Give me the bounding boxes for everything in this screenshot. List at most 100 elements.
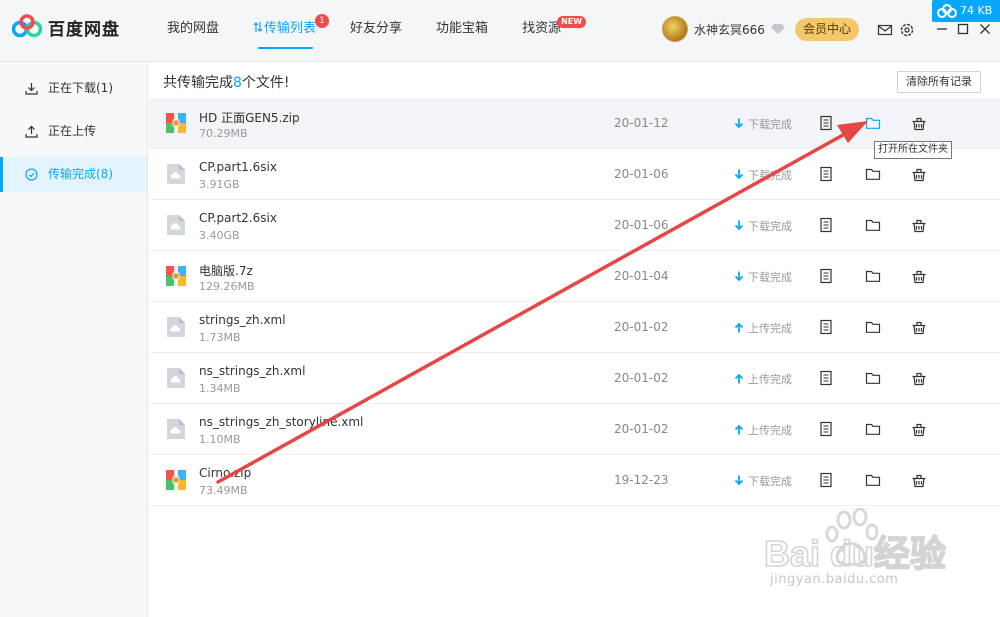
nav-find-resources[interactable]: 找资源 NEW [505,0,587,62]
transfer-status: 下载完成 [734,473,792,489]
generic-file-icon [167,368,185,388]
file-date: 19-12-23 [614,473,669,487]
file-details-icon[interactable] [818,115,834,131]
file-date: 20-01-06 [614,218,669,232]
speed-text: 74 KB [960,4,993,17]
file-size: 129.26MB [199,280,255,293]
file-details-icon[interactable] [818,166,834,182]
minimize-icon[interactable] [935,22,949,36]
generic-file-icon [167,317,185,337]
table-row[interactable]: strings_zh.xml 1.73MB 20-01-02 上传完成 [149,302,1000,353]
open-folder-icon[interactable] [865,421,881,437]
open-folder-icon[interactable] [865,268,881,284]
zip-archive-icon [166,470,186,490]
file-details-icon[interactable] [818,217,834,233]
open-folder-icon[interactable] [865,166,881,182]
app-title: 百度网盘 [48,19,120,40]
sidebar-item-downloading[interactable]: 正在下载(1) [0,71,147,106]
speed-indicator[interactable]: 74 KB [932,0,1000,22]
delete-record-icon[interactable] [911,472,927,488]
transfer-status: 上传完成 [734,422,792,438]
sidebar: 正在下载(1) 正在上传 传输完成(8) [0,63,148,617]
app-logo: 百度网盘 [12,14,120,40]
delete-record-icon[interactable] [911,115,927,131]
nav-toolbox[interactable]: 功能宝箱 [419,0,505,62]
file-details-icon[interactable] [818,319,834,335]
file-size: 1.34MB [199,382,241,395]
transfer-status: 下载完成 [734,218,792,234]
download-arrow-icon [734,220,744,231]
table-row[interactable]: ns_strings_zh.xml 1.34MB 20-01-02 上传完成 [149,353,1000,404]
file-date: 20-01-02 [614,320,669,334]
username: 水神玄冥666 [694,22,765,37]
table-row[interactable]: ns_strings_zh_storyline.xml 1.10MB 20-01-0… [149,404,1000,455]
download-arrow-icon [734,118,744,129]
download-arrow-icon [734,475,744,486]
open-folder-icon[interactable] [865,217,881,233]
baidu-netdisk-logo-icon [12,14,42,38]
watermark-brand: Bai du经验 [764,533,946,574]
user-profile[interactable]: 水神玄冥666 [662,16,785,42]
delete-record-icon[interactable] [911,370,927,386]
file-details-icon[interactable] [818,421,834,437]
vip-diamond-icon [770,24,785,34]
upload-arrow-icon [734,322,744,333]
vip-center-button[interactable]: 会员中心 [795,18,859,41]
delete-record-icon[interactable] [911,166,927,182]
file-date: 20-01-12 [614,116,669,130]
table-row[interactable]: 电脑版.7z 129.26MB 20-01-04 下载完成 [149,251,1000,302]
file-name: 电脑版.7z [199,264,253,278]
file-details-icon[interactable] [818,472,834,488]
close-icon[interactable] [978,22,992,36]
clear-all-records-button[interactable]: 清除所有记录 [897,71,981,93]
file-name: Cirno.zip [199,466,252,480]
delete-record-icon[interactable] [911,217,927,233]
file-details-icon[interactable] [818,370,834,386]
summary-text: 共传输完成8个文件! [163,75,290,91]
table-row[interactable]: CP.part1.6six 3.91GB 20-01-06 下载完成 [149,149,1000,200]
check-circle-icon [25,168,38,181]
table-row[interactable]: HD 正面GEN5.zip 70.29MB 20-01-12 下载完成 [149,98,1000,149]
file-name: ns_strings_zh_storyline.xml [199,415,364,429]
avatar [662,16,688,42]
file-name: CP.part1.6six [199,160,277,174]
file-details-icon[interactable] [818,268,834,284]
file-name: strings_zh.xml [199,313,286,327]
cloud-icon [937,4,957,18]
zip-archive-icon [166,113,186,133]
top-bar: 百度网盘 我的网盘 传输列表 1 好友分享 功能宝箱 找资源 NEW 水神玄冥6… [0,0,1000,62]
nav-transfer-list[interactable]: 传输列表 1 [236,0,333,62]
nav-friend-share[interactable]: 好友分享 [333,0,419,62]
file-date: 20-01-06 [614,167,669,181]
open-folder-icon[interactable] [865,472,881,488]
delete-record-icon[interactable] [911,421,927,437]
file-date: 20-01-02 [614,371,669,385]
table-row[interactable]: CP.part2.6six 3.40GB 20-01-06 下载完成 [149,200,1000,251]
tooltip-open-folder: 打开所在文件夹 [874,141,952,159]
file-size: 3.91GB [199,178,240,191]
transfer-arrows-icon [253,22,263,32]
generic-file-icon [167,215,185,235]
transfer-status: 下载完成 [734,116,792,132]
new-badge: NEW [557,16,587,28]
file-size: 1.73MB [199,331,241,344]
table-row[interactable]: Cirno.zip 73.49MB 19-12-23 下载完成 [149,455,1000,506]
delete-record-icon[interactable] [911,268,927,284]
open-folder-icon[interactable] [865,319,881,335]
mail-icon[interactable] [877,22,893,38]
sidebar-item-uploading[interactable]: 正在上传 [0,114,147,149]
open-folder-icon[interactable] [865,115,881,131]
upload-arrow-icon [734,373,744,384]
nav-my-disk[interactable]: 我的网盘 [150,0,236,62]
main-nav: 我的网盘 传输列表 1 好友分享 功能宝箱 找资源 NEW [150,0,587,62]
delete-record-icon[interactable] [911,319,927,335]
transfer-status: 下载完成 [734,269,792,285]
maximize-icon[interactable] [956,22,970,36]
file-name: HD 正面GEN5.zip [199,111,300,125]
watermark-url: jingyan.baidu.com [770,572,899,587]
open-folder-icon[interactable] [865,370,881,386]
file-size: 70.29MB [199,127,248,140]
sidebar-item-completed[interactable]: 传输完成(8) [0,157,147,192]
settings-gear-icon[interactable] [899,22,915,38]
download-icon [25,83,38,95]
